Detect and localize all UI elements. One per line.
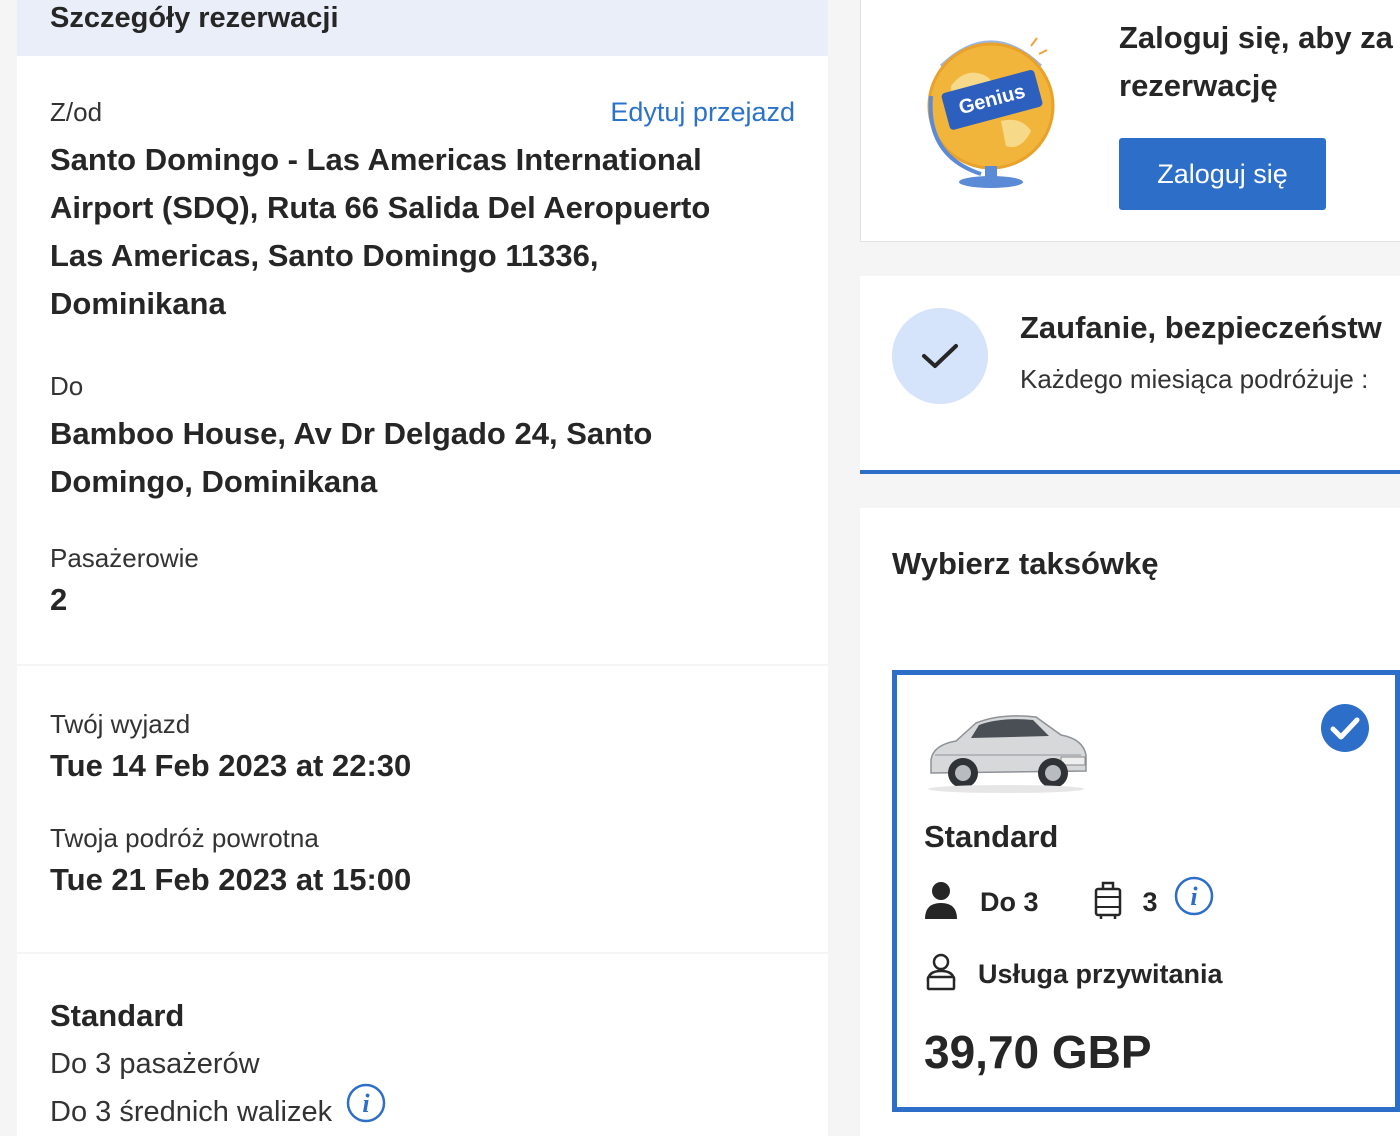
vehicle-name: Standard — [50, 998, 185, 1033]
dates-section: Twój wyjazd Tue 14 Feb 2023 at 22:30 Two… — [17, 666, 828, 952]
taxi-section-title: Wybierz taksówkę — [892, 546, 1159, 581]
taxi-passengers: Do 3 — [980, 887, 1039, 917]
trust-card: Zaufanie, bezpieczeństw Każdego miesiąca… — [860, 276, 1400, 474]
trust-title: Zaufanie, bezpieczeństw — [1020, 310, 1382, 345]
booking-details-panel: Szczegóły rezerwacji Z/od Edytuj przejaz… — [17, 0, 828, 1136]
taxi-price: 39,70 GBP — [924, 1026, 1152, 1078]
departure-label: Twój wyjazd — [50, 709, 191, 739]
checkmark-icon — [892, 308, 988, 404]
login-button[interactable]: Zaloguj się — [1119, 138, 1326, 210]
from-address-line: Airport (SDQ), Ruta 66 Salida Del Aeropu… — [50, 190, 711, 225]
taxi-service-row: Usługa przywitania — [924, 953, 1223, 996]
taxi-bags: 3 — [1142, 887, 1158, 917]
svg-text:i: i — [362, 1089, 370, 1118]
from-address-line: Las Americas, Santo Domingo 11336, — [50, 238, 599, 273]
passengers-value: 2 — [50, 582, 68, 617]
return-value: Tue 21 Feb 2023 at 15:00 — [50, 862, 412, 897]
departure-value: Tue 14 Feb 2023 at 22:30 — [50, 748, 412, 783]
to-label: Do — [50, 371, 84, 401]
meet-greet-icon — [924, 953, 958, 996]
from-label: Z/od — [50, 97, 103, 127]
taxi-capacity-row: Do 3 3 i — [924, 876, 1214, 924]
selected-check-icon — [1320, 703, 1370, 758]
login-title-line: rezerwację — [1119, 68, 1278, 103]
login-title: Zaloguj się, aby za rezerwację — [1119, 14, 1393, 110]
page: Szczegóły rezerwacji Z/od Edytuj przejaz… — [0, 0, 1400, 1136]
from-address-line: Santo Domingo - Las Americas Internation… — [50, 142, 702, 177]
from-address-line: Dominikana — [50, 286, 226, 321]
taxi-option-standard[interactable]: Standard Do 3 3 i Usługa przywitania 39,… — [892, 670, 1400, 1112]
car-image — [921, 705, 1091, 800]
vehicle-bags-row: Do 3 średnich walizek i — [50, 1083, 795, 1136]
booking-details-header: Szczegóły rezerwacji — [17, 0, 828, 56]
edit-trip-link[interactable]: Edytuj przejazd — [610, 94, 795, 130]
login-title-line: Zaloguj się, aby za — [1119, 20, 1393, 55]
to-address-line: Domingo, Dominikana — [50, 464, 378, 499]
person-icon — [924, 881, 958, 924]
return-label: Twoja podróż powrotna — [50, 823, 319, 853]
vehicle-passengers: Do 3 pasażerów — [50, 1048, 260, 1080]
taxi-selection-card: Wybierz taksówkę Standard Do 3 3 i Usług… — [860, 508, 1400, 1136]
svg-text:i: i — [1190, 882, 1198, 911]
login-card: Genius Zaloguj się, aby za rezerwację Za… — [860, 0, 1400, 242]
taxi-service: Usługa przywitania — [978, 959, 1223, 989]
to-address: Bamboo House, Av Dr Delgado 24, Santo Do… — [50, 410, 795, 506]
info-icon[interactable]: i — [346, 1083, 386, 1136]
passengers-label: Pasażerowie — [50, 543, 199, 573]
taxi-option-name: Standard — [924, 819, 1059, 854]
to-address-line: Bamboo House, Av Dr Delgado 24, Santo — [50, 416, 653, 451]
vehicle-summary-section: Standard Do 3 pasażerów Do 3 średnich wa… — [17, 954, 828, 1136]
from-address: Santo Domingo - Las Americas Internation… — [50, 136, 795, 328]
genius-globe-icon: Genius — [921, 26, 1061, 196]
trust-subtitle: Każdego miesiąca podróżuje : — [1020, 364, 1369, 394]
luggage-icon — [1093, 881, 1123, 924]
info-icon[interactable]: i — [1174, 876, 1214, 921]
booking-details-title: Szczegóły rezerwacji — [50, 2, 339, 34]
vehicle-bags: Do 3 średnich walizek — [50, 1096, 333, 1128]
route-section: Z/od Edytuj przejazd Santo Domingo - Las… — [17, 56, 828, 664]
